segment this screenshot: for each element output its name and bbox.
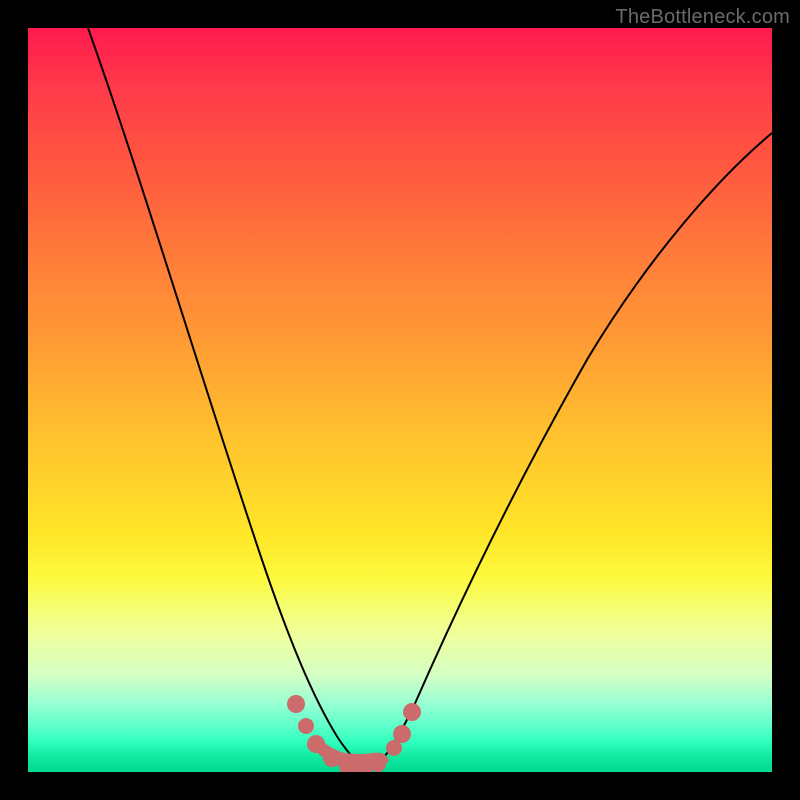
marker-point [287,695,305,713]
plot-area [28,28,772,772]
marker-point [393,725,411,743]
marker-point [307,735,325,753]
marker-cluster [287,695,421,772]
chart-container: TheBottleneck.com [0,0,800,800]
bottleneck-curve [88,28,772,768]
chart-svg [28,28,772,772]
marker-point [298,718,314,734]
watermark-text: TheBottleneck.com [615,6,790,29]
marker-point [403,703,421,721]
marker-point [370,756,386,772]
marker-point [323,749,341,767]
